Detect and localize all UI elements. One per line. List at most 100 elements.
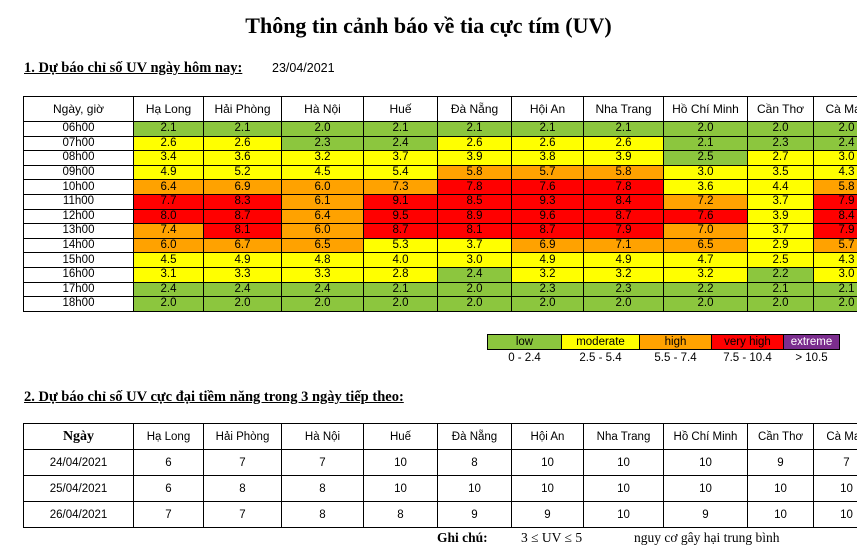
forecast-value-cell: 10: [363, 475, 438, 502]
uv-value-cell: 5.8: [437, 164, 512, 181]
uv-value-cell: 6.0: [133, 237, 204, 254]
column-header-city: Hồ Chí Minh: [663, 96, 748, 122]
forecast-value-cell: 10: [583, 501, 664, 528]
footnote-label: Ghi chú:: [437, 530, 488, 545]
uv-value-cell: 7.9: [813, 223, 857, 239]
uv-value-cell: 2.0: [813, 121, 857, 137]
forecast-value-cell: 9: [747, 449, 814, 476]
uv-value-cell: 2.4: [281, 281, 364, 298]
uv-value-cell: 3.9: [437, 150, 512, 166]
uv-value-cell: 3.0: [437, 252, 512, 268]
uv-legend: low moderate high very high extreme 0 - 2.4 2…: [487, 334, 840, 366]
column-header-city: Đà Nẵng: [437, 96, 512, 122]
forecast-value-cell: 10: [583, 475, 664, 502]
uv-value-cell: 6.5: [663, 237, 748, 254]
uv-value-cell: 3.3: [281, 266, 364, 283]
uv-value-cell: 4.3: [813, 252, 857, 268]
uv-value-cell: 2.0: [747, 121, 814, 137]
uv-value-cell: 4.0: [363, 252, 438, 268]
table-row: 24/04/2021 6 7 7 10 8 10 10 10 9 7: [23, 449, 857, 476]
uv-value-cell: 2.3: [281, 135, 364, 152]
forecast-column-header-city: Hồ Chí Minh: [663, 423, 748, 450]
uv-value-cell: 2.0: [511, 296, 584, 312]
uv-value-cell: 5.7: [813, 237, 857, 254]
forecast-column-header-city: Hà Nội: [281, 423, 364, 450]
uv-value-cell: 3.3: [203, 266, 282, 283]
uv-value-cell: 2.0: [583, 296, 664, 312]
uv-value-cell: 5.2: [203, 164, 282, 181]
uv-value-cell: 4.9: [203, 252, 282, 268]
forecast-value-cell: 10: [747, 501, 814, 528]
uv-value-cell: 7.7: [133, 193, 204, 210]
uv-value-cell: 7.0: [663, 223, 748, 239]
uv-value-cell: 2.1: [363, 281, 438, 298]
uv-value-cell: 3.7: [747, 223, 814, 239]
uv-value-cell: 7.9: [813, 193, 857, 210]
uv-value-cell: 6.7: [203, 237, 282, 254]
uv-value-cell: 2.9: [747, 237, 814, 254]
uv-value-cell: 8.7: [511, 223, 584, 239]
uv-value-cell: 2.1: [747, 281, 814, 298]
uv-value-cell: 5.4: [363, 164, 438, 181]
uv-value-cell: 3.6: [663, 179, 748, 195]
forecast-value-cell: 9: [437, 501, 512, 528]
uv-value-cell: 9.3: [511, 193, 584, 210]
three-day-forecast-table: Ngày Hạ Long Hải Phòng Hà Nội Huế Đà Nẵng Hội …: [23, 423, 857, 528]
uv-value-cell: 3.0: [813, 266, 857, 283]
hourly-uv-body: 06h00 2.1 2.1 2.0 2.1 2.1 2.1 2.1 2.0 2.0 2.0 07h00…: [23, 121, 857, 312]
uv-value-cell: 2.3: [583, 281, 664, 298]
forecast-value-cell: 8: [281, 475, 364, 502]
column-header-time: Ngày, giờ: [23, 96, 134, 122]
uv-value-cell: 9.5: [363, 208, 438, 225]
footnote-formula: 3 ≤ UV ≤ 5: [521, 530, 583, 545]
uv-value-cell: 2.4: [813, 135, 857, 152]
uv-value-cell: 3.9: [747, 208, 814, 225]
forecast-value-cell: 7: [203, 501, 282, 528]
forecast-value-cell: 7: [813, 449, 857, 476]
uv-value-cell: 6.0: [281, 223, 364, 239]
uv-value-cell: 8.4: [583, 193, 664, 210]
column-header-city: Cần Thơ: [747, 96, 814, 122]
uv-value-cell: 7.4: [133, 223, 204, 239]
uv-value-cell: 2.4: [203, 281, 282, 298]
uv-value-cell: 8.7: [583, 208, 664, 225]
table-row: 10h00 6.4 6.9 6.0 7.3 7.8 7.6 7.8 3.6 4.4 5.8: [23, 179, 857, 195]
forecast-column-header-city: Hải Phòng: [203, 423, 282, 450]
uv-value-cell: 2.0: [133, 296, 204, 312]
forecast-value-cell: 7: [133, 501, 204, 528]
uv-value-cell: 2.0: [437, 281, 512, 298]
uv-value-cell: 9.1: [363, 193, 438, 210]
forecast-column-header-city: Huế: [363, 423, 438, 450]
forecast-value-cell: 10: [813, 475, 857, 502]
uv-value-cell: 6.9: [511, 237, 584, 254]
table-row: 16h00 3.1 3.3 3.3 2.8 2.4 3.2 3.2 3.2 2.2 3.0: [23, 266, 857, 283]
uv-value-cell: 2.1: [363, 121, 438, 137]
uv-value-cell: 2.3: [747, 135, 814, 152]
uv-value-cell: 8.3: [203, 193, 282, 210]
forecast-value-cell: 10: [813, 501, 857, 528]
hour-cell: 09h00: [23, 164, 134, 181]
column-header-city: Hà Nội: [281, 96, 364, 122]
page-title: Thông tin cảnh báo về tia cực tím (UV): [245, 13, 612, 38]
forecast-column-header-city: Đà Nẵng: [437, 423, 512, 450]
uv-value-cell: 2.0: [281, 296, 364, 312]
forecast-value-cell: 10: [437, 475, 512, 502]
uv-value-cell: 3.7: [363, 150, 438, 166]
uv-value-cell: 7.2: [663, 193, 748, 210]
uv-value-cell: 6.0: [281, 179, 364, 195]
uv-value-cell: 2.1: [663, 135, 748, 152]
uv-value-cell: 7.8: [583, 179, 664, 195]
uv-value-cell: 2.5: [747, 252, 814, 268]
uv-value-cell: 2.2: [747, 266, 814, 283]
legend-swatch-extreme: extreme: [783, 334, 840, 350]
uv-value-cell: 3.7: [437, 237, 512, 254]
uv-value-cell: 8.5: [437, 193, 512, 210]
column-header-city: Cà Mau: [813, 96, 857, 122]
uv-value-cell: 2.1: [437, 121, 512, 137]
table-row: 13h00 7.4 8.1 6.0 8.7 8.1 8.7 7.9 7.0 3.7 7.9: [23, 223, 857, 239]
legend-swatch-moderate: moderate: [561, 334, 640, 350]
forecast-value-cell: 10: [663, 475, 748, 502]
legend-range-row: 0 - 2.4 2.5 - 5.4 5.5 - 7.4 7.5 - 10.4 > 10.…: [487, 349, 840, 366]
uv-value-cell: 8.7: [203, 208, 282, 225]
uv-value-cell: 5.3: [363, 237, 438, 254]
